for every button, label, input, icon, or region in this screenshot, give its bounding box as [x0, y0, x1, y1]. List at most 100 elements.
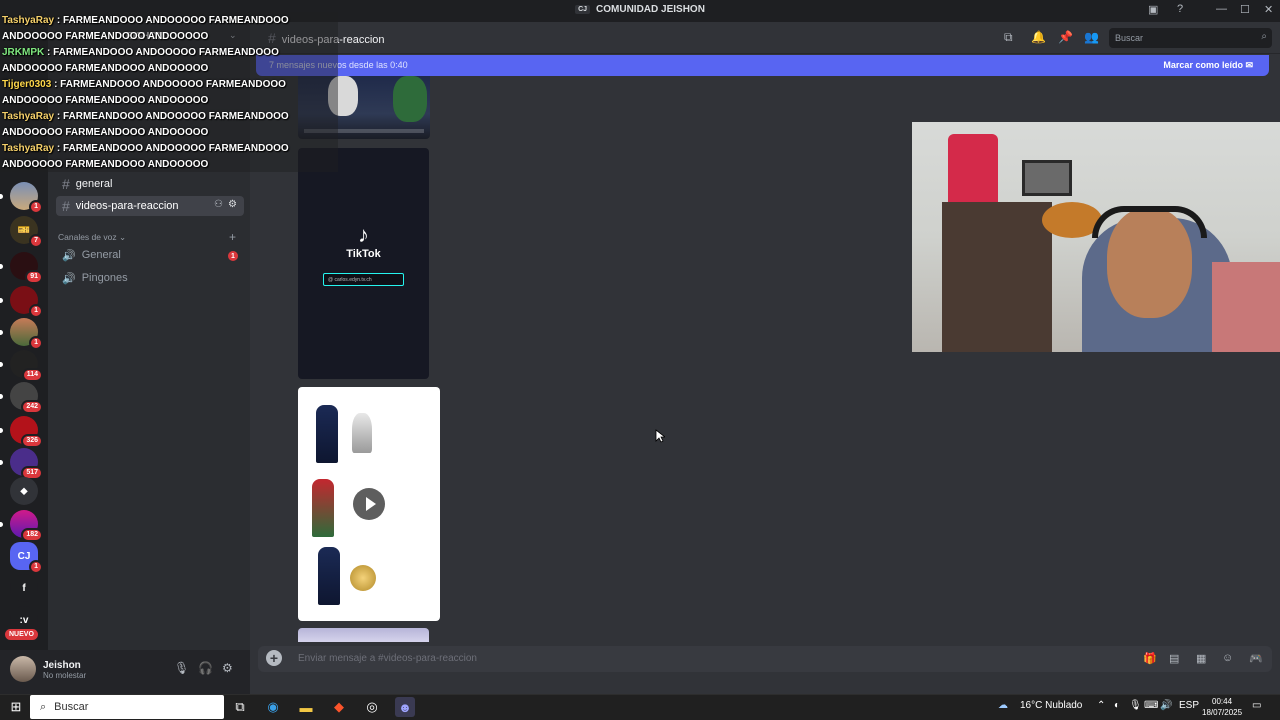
- chat-username: TashyaRay: [2, 111, 55, 122]
- server-icon-pink[interactable]: 182: [0, 510, 43, 542]
- voice-category[interactable]: Canales de voz ⌄: [58, 232, 126, 243]
- notification-icon[interactable]: ▭: [1252, 700, 1261, 711]
- speaker-icon: 🔊: [62, 272, 76, 285]
- chat-message: Tijger0303 : FARMEANDOOO ANDOOOOO FARMEA…: [2, 77, 332, 109]
- gift-icon[interactable]: 🎁: [1143, 652, 1157, 665]
- file-explorer-icon[interactable]: ▬: [296, 697, 316, 717]
- bell-icon[interactable]: 🔔: [1031, 30, 1046, 44]
- windows-start-icon[interactable]: ⊞: [6, 697, 26, 717]
- members-icon[interactable]: 👥: [1084, 30, 1099, 44]
- server-icon-crimson[interactable]: 326: [0, 416, 43, 448]
- mouse-cursor-icon: [655, 429, 665, 443]
- chat-message: TashyaRay : FARMEANDOOO ANDOOOOO FARMEAN…: [2, 13, 332, 45]
- volume-icon[interactable]: 🔊: [1160, 700, 1172, 711]
- threads-icon[interactable]: ⧉: [1004, 30, 1013, 45]
- frame-figure: [1022, 160, 1072, 196]
- microphone-icon[interactable]: 🎙: [174, 661, 189, 675]
- voice-badge: 1: [228, 251, 238, 261]
- video-thumbnail-figure: [393, 76, 427, 122]
- bed-figure: [1212, 262, 1280, 352]
- image-attachment[interactable]: [298, 387, 440, 621]
- tiktok-logo-icon: ♪: [358, 222, 369, 247]
- server-icon-dark[interactable]: 114: [0, 350, 43, 382]
- chevron-up-icon[interactable]: ⌃: [1097, 700, 1105, 711]
- server-icon-cj[interactable]: CJ 1: [10, 542, 43, 574]
- avatar[interactable]: [10, 656, 36, 682]
- server-badge: 91: [25, 270, 43, 284]
- weather-text[interactable]: 16°C Nublado: [1020, 700, 1082, 711]
- close-button[interactable]: ✕: [1264, 3, 1273, 16]
- apps-icon[interactable]: 🎮: [1249, 652, 1263, 665]
- unread-pill: [0, 194, 3, 199]
- server-icon-landscape[interactable]: 1: [0, 182, 43, 214]
- server-badge: 1: [29, 304, 43, 318]
- network-icon[interactable]: ⌨: [1144, 700, 1158, 711]
- server-icon-meme[interactable]: 242: [0, 382, 43, 414]
- voice-channel-general[interactable]: 🔊 General: [56, 245, 244, 265]
- pin-icon[interactable]: 📌: [1058, 30, 1073, 44]
- unread-pill: [0, 394, 3, 399]
- chat-username: Tijger0303: [2, 79, 52, 90]
- gif-icon[interactable]: ▤: [1169, 652, 1179, 665]
- server-badge: 1: [29, 336, 43, 350]
- discord-app: CJ COMUNIDAD JEISHON ▣ ? — ☐ ✕ 1 🎫 7 91 1 …: [0, 0, 1280, 694]
- chat-text: : FARMEANDOOO ANDOOOOO FARMEANDOOO ANDOO…: [2, 47, 279, 74]
- server-icon-f[interactable]: f: [10, 574, 38, 602]
- channel-videos-para-reaccion[interactable]: # videos-para-reaccion ⚇ ⚙: [56, 196, 244, 216]
- tiktok-label: TikTok: [346, 248, 381, 260]
- channel-label: general: [75, 178, 113, 190]
- maximize-button[interactable]: ☐: [1240, 3, 1250, 16]
- search-placeholder: Buscar: [1115, 33, 1144, 43]
- chat-username: JRKMPK: [2, 47, 45, 58]
- chat-message: TashyaRay : FARMEANDOOO ANDOOOOO FARMEAN…: [2, 141, 332, 173]
- channel-general[interactable]: # general: [56, 174, 244, 194]
- jersey-figure: [948, 134, 998, 206]
- inbox-icon[interactable]: ▣: [1148, 3, 1158, 16]
- attachment-preview[interactable]: [298, 628, 429, 642]
- server-icon-face[interactable]: 1: [0, 318, 43, 350]
- chat-username: TashyaRay: [2, 143, 55, 154]
- play-button[interactable]: [353, 488, 385, 520]
- clock-date[interactable]: 18/07/2025: [1202, 708, 1242, 717]
- clock-time[interactable]: 00:44: [1212, 697, 1232, 706]
- user-status: No molestar: [43, 671, 87, 680]
- emoji-icon[interactable]: ☺: [1222, 652, 1233, 664]
- player-figure: [312, 479, 334, 537]
- obs-icon[interactable]: ◎: [362, 697, 382, 717]
- edge-icon[interactable]: ◉: [263, 697, 283, 717]
- help-icon[interactable]: ?: [1177, 3, 1183, 15]
- brave-icon[interactable]: ◆: [329, 697, 349, 717]
- search-input[interactable]: Buscar ⌕: [1109, 28, 1272, 48]
- chat-username: TashyaRay: [2, 15, 55, 26]
- invite-icon[interactable]: ⚇: [214, 199, 223, 210]
- add-attachment-icon[interactable]: +: [266, 650, 282, 666]
- add-channel-icon[interactable]: +: [229, 230, 236, 244]
- mark-read-button[interactable]: Marcar como leído ✉: [1163, 60, 1253, 71]
- voice-channel-pingones[interactable]: 🔊 Pingones: [56, 268, 244, 288]
- server-badge: 242: [21, 400, 43, 414]
- sticker-icon[interactable]: ▦: [1196, 652, 1206, 665]
- settings-gear-icon[interactable]: ⚙: [222, 661, 233, 675]
- server-icon-red[interactable]: 91: [0, 252, 43, 284]
- minimize-button[interactable]: —: [1216, 3, 1227, 15]
- headphones-icon[interactable]: 🎧: [198, 661, 213, 675]
- taskbar-search[interactable]: ⌕ Buscar: [30, 695, 224, 719]
- server-icon-dice[interactable]: ⬥: [10, 477, 38, 505]
- new-messages-bar[interactable]: 7 mensajes nuevos desde las 0:40 Marcar …: [256, 55, 1269, 76]
- server-initials: :v: [19, 614, 29, 626]
- server-icon-fire[interactable]: 1: [0, 286, 43, 318]
- mic-icon[interactable]: 🎙: [1129, 700, 1142, 711]
- meet-icon[interactable]: ◐: [1114, 700, 1120, 711]
- message-composer[interactable]: + Enviar mensaje a #videos-para-reaccion: [258, 646, 1272, 672]
- player-figure: [316, 405, 338, 463]
- tiktok-embed[interactable]: ♪ TikTok @ carlos.edyn.tv.ch: [298, 148, 429, 379]
- server-icon-purple[interactable]: 517: [0, 448, 43, 480]
- username: Jeishon: [43, 660, 81, 671]
- hash-icon: #: [62, 176, 70, 192]
- server-icon-ticket[interactable]: 🎫 7: [10, 216, 43, 248]
- discord-icon[interactable]: ☻: [395, 697, 415, 717]
- shelf-figure: [942, 202, 1052, 352]
- gear-icon[interactable]: ⚙: [228, 199, 237, 210]
- language-indicator[interactable]: ESP: [1179, 700, 1199, 711]
- task-view-icon[interactable]: ⧉: [230, 697, 250, 717]
